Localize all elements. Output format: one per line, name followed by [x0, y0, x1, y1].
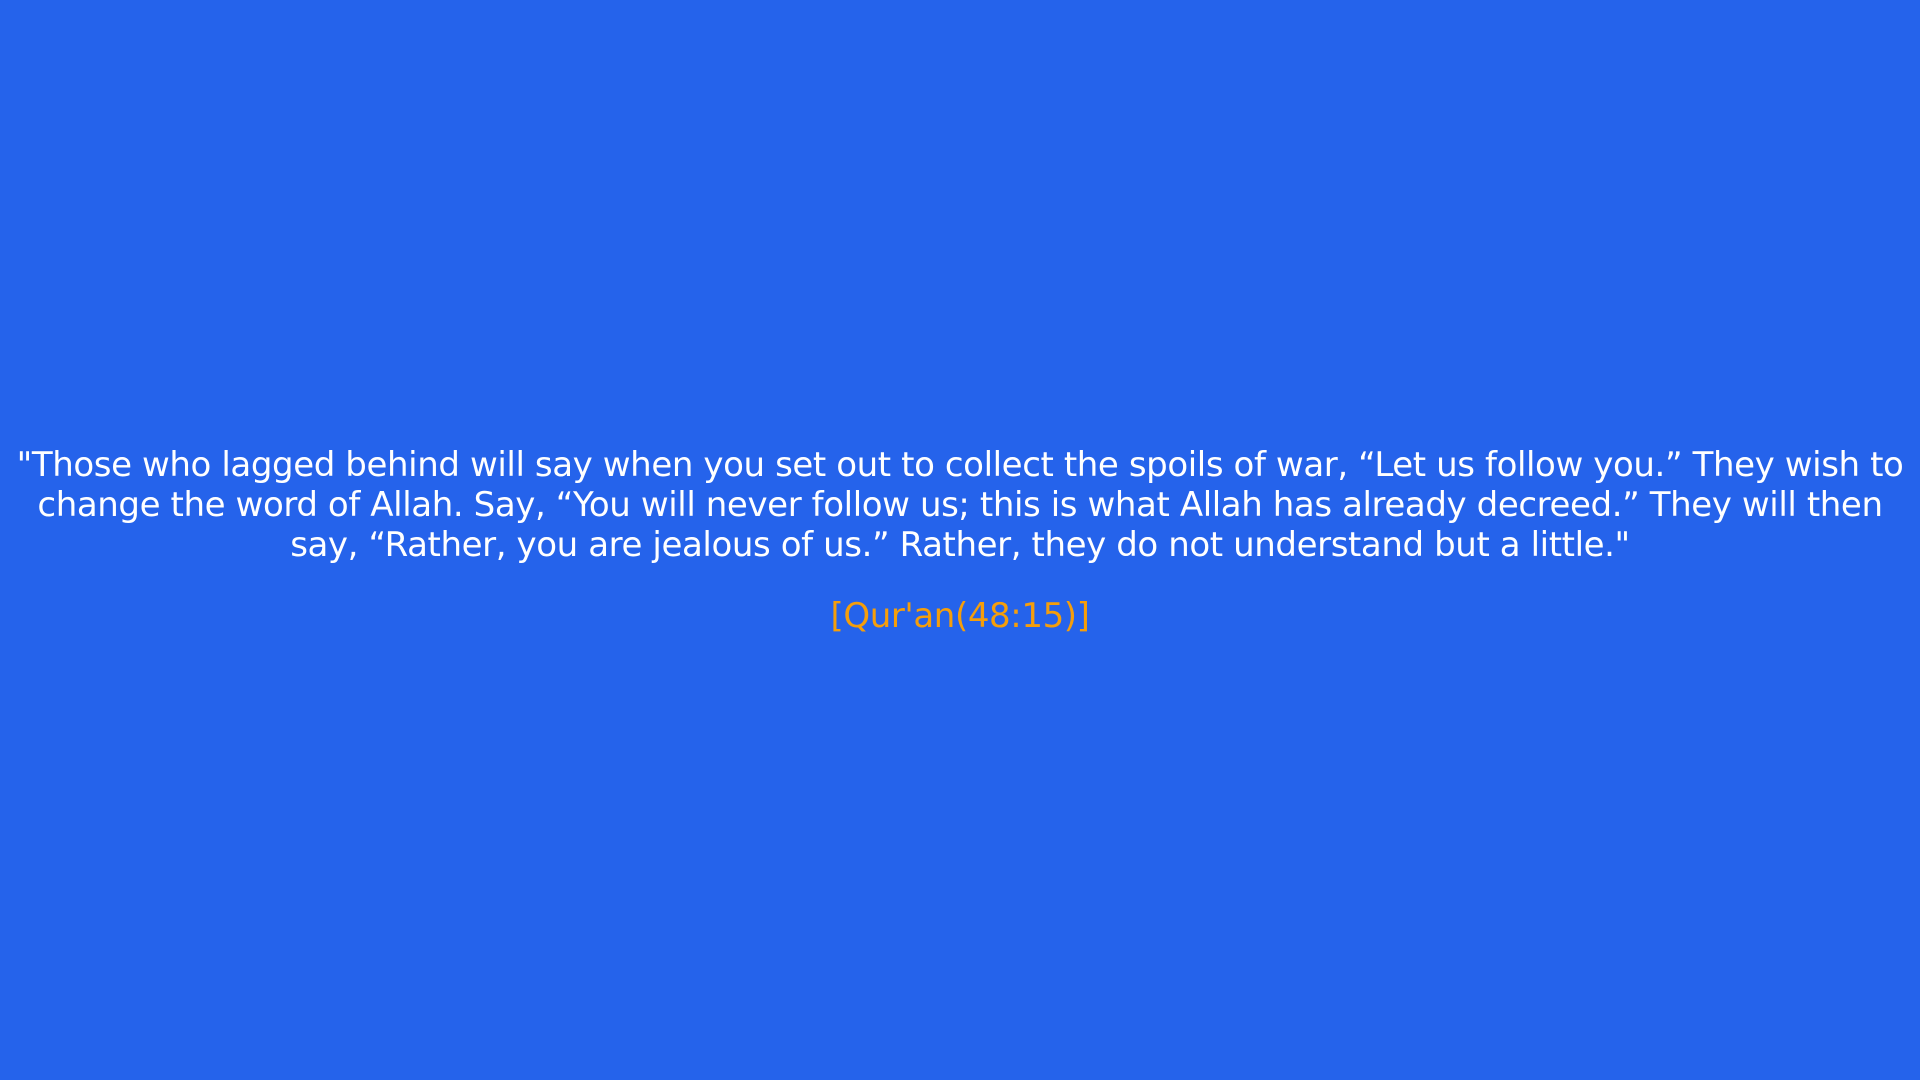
quote-reference: [Qur'an(48:15)]	[830, 595, 1090, 636]
quote-display: "Those who lagged behind will say when y…	[0, 0, 1920, 1080]
quote-text: "Those who lagged behind will say when y…	[16, 444, 1904, 565]
